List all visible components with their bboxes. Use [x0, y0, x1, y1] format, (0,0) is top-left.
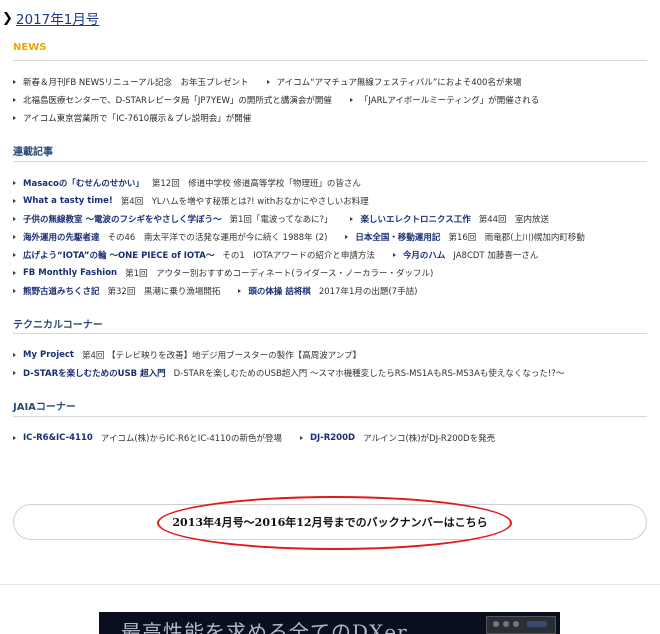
- issue-title-link[interactable]: 2017年1月号: [16, 8, 99, 28]
- triangle-bullet-icon: [13, 253, 16, 257]
- triangle-bullet-icon: [13, 289, 16, 293]
- triangle-bullet-icon: [13, 116, 16, 120]
- backnumber-button[interactable]: 2013年4月号〜2016年12月号までのバックナンバーはこちら: [13, 504, 647, 540]
- list-item[interactable]: アイコム東京営業所で「IC-7610展示＆プレ説明会」が開催: [13, 112, 251, 124]
- serial-divider: [13, 161, 647, 162]
- news-divider: [13, 60, 647, 61]
- list-item[interactable]: Masacoの「むせんのせかい」 第12回 修道中学校 修道高等学校「物理班」の皆…: [13, 177, 361, 189]
- list-item-row: D-STARを楽しむためのUSB 超入門 D-STARを楽しむためのUSB超入門 …: [13, 366, 653, 380]
- issue-title: ❯ 2017年1月号: [2, 8, 99, 29]
- technical-divider: [13, 333, 647, 334]
- triangle-bullet-icon: [238, 289, 242, 293]
- list-item[interactable]: 熊野古道みちくさ記 第32回 黒潮に乗り漁場開拓: [13, 285, 220, 297]
- list-item[interactable]: 北福島医療センターで、D-STARレピータ局「JP7YEW」の開所式と講演会が開…: [13, 94, 332, 106]
- list-item[interactable]: 日本全国・移動運用記 第16回 雨竜郡(上川)幌加内町移動: [345, 231, 585, 243]
- list-item[interactable]: 頭の体操 詰将棋 2017年1月の出題(7手詰): [238, 285, 417, 297]
- list-item[interactable]: 子供の無線教室 〜電波のフシギをやさしく学ぼう〜 第1回「電波ってなあに?」: [13, 213, 332, 225]
- list-item[interactable]: DJ-R200D アルインコ(株)がDJ-R200Dを発売: [299, 432, 495, 444]
- triangle-bullet-icon: [349, 98, 353, 102]
- list-item-row: 新春＆月刊FB NEWSリニューアル記念 お年玉プレゼント アイコム“アマチュア…: [13, 75, 653, 89]
- triangle-bullet-icon: [392, 253, 396, 257]
- triangle-bullet-icon: [13, 436, 16, 440]
- list-item[interactable]: What a tasty time! 第4回 YLハムを増やす秘策とは?! wit…: [13, 195, 369, 207]
- footer-divider: [0, 584, 660, 585]
- list-item[interactable]: 「JARLアイボールミーティング」が開催される: [349, 94, 539, 106]
- list-item-row: 子供の無線教室 〜電波のフシギをやさしく学ぼう〜 第1回「電波ってなあに?」 楽し…: [13, 212, 653, 226]
- list-item[interactable]: IC-R6&IC-4110 アイコム(株)からIC-R6とIC-4110の新色が登…: [13, 432, 282, 444]
- list-item-row: 広げよう“IOTA”の輪 〜ONE PIECE of IOTA〜 その1 IOTA…: [13, 248, 653, 262]
- technical-heading: テクニカルコーナー: [13, 320, 103, 331]
- list-item[interactable]: 新春＆月刊FB NEWSリニューアル記念 お年玉プレゼント: [13, 76, 249, 88]
- serial-heading: 連載記事: [13, 147, 53, 158]
- triangle-bullet-icon: [13, 181, 16, 185]
- triangle-bullet-icon: [299, 436, 303, 440]
- triangle-bullet-icon: [266, 80, 270, 84]
- list-item-row: What a tasty time! 第4回 YLハムを増やす秘策とは?! wit…: [13, 194, 653, 208]
- triangle-bullet-icon: [13, 371, 16, 375]
- list-item-row: FB Monthly Fashion 第1回 アウター別おすすめコーディネート(ラ…: [13, 266, 653, 280]
- radio-transceiver-icon: [486, 616, 556, 634]
- list-item-row: 海外運用の先駆者達 その46 南太平洋での活発な運用が今に続く 1988年 (2)…: [13, 230, 653, 244]
- list-item[interactable]: My Project 第4回 【テレビ映りを改善】地デジ用ブースターの製作【高周波…: [13, 349, 361, 361]
- triangle-bullet-icon: [13, 353, 16, 357]
- list-item-row: IC-R6&IC-4110 アイコム(株)からIC-R6とIC-4110の新色が登…: [13, 431, 653, 445]
- list-item[interactable]: FB Monthly Fashion 第1回 アウター別おすすめコーディネート(ラ…: [13, 267, 433, 279]
- ad-banner[interactable]: 最高性能を求める全てのDXer: [99, 612, 560, 634]
- jaia-divider: [13, 416, 647, 417]
- triangle-bullet-icon: [13, 199, 16, 203]
- list-item[interactable]: D-STARを楽しむためのUSB 超入門 D-STARを楽しむためのUSB超入門 …: [13, 367, 564, 379]
- list-item-row: 熊野古道みちくさ記 第32回 黒潮に乗り漁場開拓 頭の体操 詰将棋 2017年1月の…: [13, 284, 653, 298]
- triangle-bullet-icon: [13, 235, 16, 239]
- ad-banner-text: 最高性能を求める全てのDXer: [121, 620, 408, 634]
- list-item-row: 北福島医療センターで、D-STARレピータ局「JP7YEW」の開所式と講演会が開…: [13, 93, 653, 107]
- list-item-row: アイコム東京営業所で「IC-7610展示＆プレ説明会」が開催: [13, 111, 653, 125]
- list-item[interactable]: アイコム“アマチュア無線フェスティバル”におよそ400名が来場: [266, 76, 521, 88]
- triangle-bullet-icon: [13, 271, 16, 275]
- jaia-heading: JAIAコーナー: [13, 402, 76, 413]
- triangle-bullet-icon: [13, 80, 16, 84]
- triangle-bullet-icon: [13, 217, 16, 221]
- chevron-right-icon: ❯: [2, 10, 13, 26]
- triangle-bullet-icon: [13, 98, 16, 102]
- list-item[interactable]: 海外運用の先駆者達 その46 南太平洋での活発な運用が今に続く 1988年 (2): [13, 231, 327, 243]
- list-item[interactable]: 広げよう“IOTA”の輪 〜ONE PIECE of IOTA〜 その1 IOTA…: [13, 249, 375, 261]
- news-heading: NEWS: [13, 42, 47, 53]
- list-item-row: My Project 第4回 【テレビ映りを改善】地デジ用ブースターの製作【高周波…: [13, 348, 653, 362]
- list-item[interactable]: 楽しいエレクトロニクス工作 第44回 室内放送: [350, 213, 549, 225]
- list-item[interactable]: 今月のハム JA8CDT 加藤喜一さん: [392, 249, 538, 261]
- triangle-bullet-icon: [350, 217, 354, 221]
- backnumber-label: 2013年4月号〜2016年12月号までのバックナンバーはこちら: [172, 516, 488, 529]
- list-item-row: Masacoの「むせんのせかい」 第12回 修道中学校 修道高等学校「物理班」の皆…: [13, 176, 653, 190]
- triangle-bullet-icon: [345, 235, 349, 239]
